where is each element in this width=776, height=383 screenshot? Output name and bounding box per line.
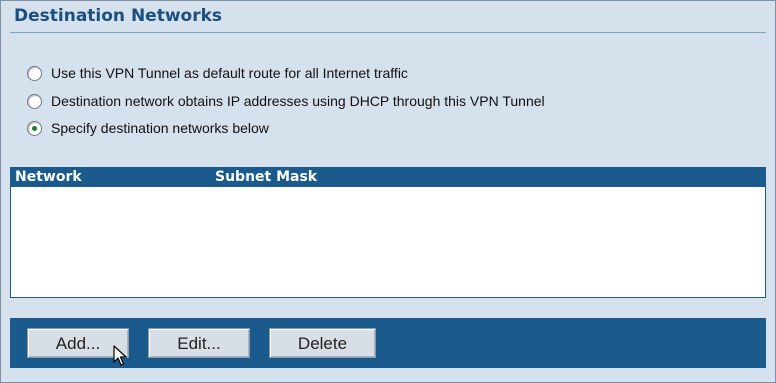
section-title: Destination Networks: [14, 6, 223, 26]
option-specify-networks-label: Specify destination networks below: [51, 120, 269, 136]
column-header-subnet-mask[interactable]: Subnet Mask: [215, 167, 317, 187]
destination-networks-panel: Destination Networks Use this VPN Tunnel…: [0, 0, 776, 383]
edit-button[interactable]: Edit...: [148, 328, 250, 358]
radio-specify-networks[interactable]: [27, 120, 42, 136]
title-divider: [10, 32, 766, 33]
networks-table-body[interactable]: [10, 187, 766, 298]
delete-button[interactable]: Delete: [269, 328, 376, 358]
option-dhcp[interactable]: Destination network obtains IP addresses…: [27, 91, 545, 111]
option-dhcp-label: Destination network obtains IP addresses…: [51, 93, 545, 109]
radio-dhcp[interactable]: [27, 93, 42, 109]
mouse-pointer-icon: [113, 345, 127, 366]
column-header-network[interactable]: Network: [15, 167, 82, 187]
radio-default-route[interactable]: [27, 65, 42, 81]
option-default-route[interactable]: Use this VPN Tunnel as default route for…: [27, 63, 408, 83]
option-default-route-label: Use this VPN Tunnel as default route for…: [51, 65, 408, 81]
option-specify-networks[interactable]: Specify destination networks below: [27, 118, 269, 138]
networks-table-header: Network Subnet Mask: [10, 167, 766, 187]
